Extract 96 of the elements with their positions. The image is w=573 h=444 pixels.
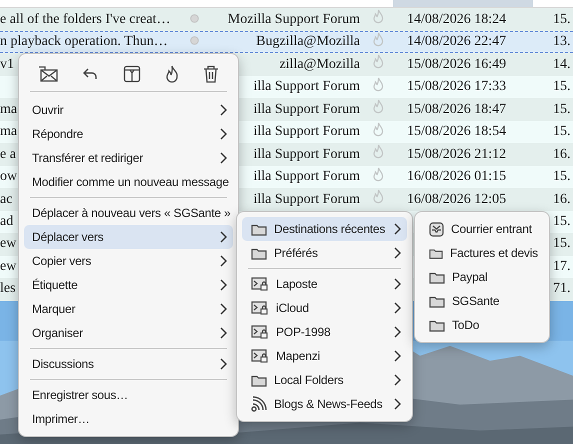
- menu-item[interactable]: Factures et devis: [420, 241, 544, 265]
- menu-item[interactable]: Préférés: [242, 241, 407, 265]
- menu-item[interactable]: Répondre: [24, 122, 233, 146]
- size-cell-text: 15.: [552, 102, 570, 118]
- menu-item[interactable]: Copier vers: [24, 249, 233, 273]
- subject-cell: ma: [0, 102, 18, 118]
- size-cell-text: 15.: [552, 214, 570, 230]
- folder-icon: [251, 246, 267, 260]
- flame-icon: [373, 54, 384, 70]
- subject-cell: ew: [0, 236, 16, 252]
- size-cell-text: 15.: [552, 12, 570, 28]
- envelope-icon[interactable]: [38, 66, 58, 82]
- folder-icon: [429, 294, 445, 308]
- date-cell-text: 15/08/2026 18:54: [406, 124, 506, 140]
- size-cell-text: 15.: [552, 79, 570, 95]
- size-cell-text: 15.: [552, 236, 570, 252]
- menu-item[interactable]: ToDo: [420, 313, 544, 337]
- sender-cell-text: illa Support Forum: [253, 169, 361, 185]
- message-row[interactable]: n playback operation. Thun… Bugzilla@Mozilla 14/08/2026 22:47 13.: [0, 30, 573, 53]
- date-cell-text: 15/08/2026 21:12: [406, 146, 506, 162]
- menu-item[interactable]: Courrier entrant: [420, 217, 544, 241]
- date-cell-text: 14/08/2026 18:24: [406, 12, 506, 28]
- sender-cell-text: Mozilla Support Forum: [228, 12, 361, 28]
- flame-icon: [373, 76, 384, 92]
- size-cell-text: 16.: [552, 192, 570, 208]
- trash-icon[interactable]: [203, 65, 219, 83]
- menu-item[interactable]: Destinations récentes: [242, 217, 407, 241]
- date-cell-text: 15/08/2026 17:33: [406, 79, 506, 95]
- flame-icon: [373, 189, 384, 205]
- flame-icon: [373, 166, 384, 182]
- subject-cell: ac: [0, 192, 12, 208]
- subject-cell: les: [0, 281, 16, 298]
- account-lock-icon: [251, 277, 269, 291]
- archive-icon[interactable]: [122, 65, 140, 83]
- sender-cell-text: illa Support Forum: [253, 146, 361, 162]
- menu-item[interactable]: Mapenzi: [242, 344, 407, 368]
- size-cell-text: 16.: [552, 146, 570, 162]
- size-cell-text: 14.: [552, 56, 570, 72]
- flame-icon: [373, 122, 384, 138]
- subject-cell: e a: [0, 146, 16, 162]
- folder-icon: [429, 246, 444, 260]
- feed-icon: [251, 396, 267, 412]
- menu-item[interactable]: Discussions: [24, 352, 233, 376]
- menu-item[interactable]: SGSante: [420, 289, 544, 313]
- status-dot-icon: [190, 14, 199, 22]
- menu-item[interactable]: POP-1998: [242, 320, 407, 344]
- account-lock-icon: [251, 325, 269, 339]
- message-row[interactable]: e all of the folders I've creat… Mozilla Support Forum 14/08/2026 18:24 15.: [0, 8, 573, 30]
- size-cell-text: 17.: [552, 258, 570, 275]
- size-cell-text: 71.: [552, 281, 570, 298]
- date-cell-text: 16/08/2026 01:15: [406, 169, 506, 185]
- sender-cell-text: illa Support Forum: [253, 124, 361, 140]
- date-cell-text: 14/08/2026 22:47: [406, 34, 506, 50]
- folder-icon: [429, 270, 445, 284]
- menu-item[interactable]: Étiquette: [24, 273, 233, 297]
- sender-cell-text: illa Support Forum: [253, 79, 361, 95]
- size-cell-text: 13.: [552, 34, 570, 50]
- menu-item[interactable]: Paypal: [420, 265, 544, 289]
- flame-icon: [373, 32, 384, 48]
- subject-cell: ad: [0, 214, 14, 230]
- flame-icon: [373, 99, 384, 115]
- sender-cell-text: illa Support Forum: [253, 102, 361, 118]
- subject-cell: ma: [0, 124, 18, 140]
- reply-icon[interactable]: [82, 67, 98, 81]
- inbox-icon: [429, 222, 444, 236]
- date-cell-text: 15/08/2026 18:47: [406, 102, 506, 118]
- subject-cell: n playback operation. Thun…: [0, 34, 168, 50]
- menu-item[interactable]: Local Folders: [242, 368, 407, 392]
- size-cell-text: 15.: [552, 124, 570, 140]
- subject-cell: ow: [0, 169, 18, 185]
- date-cell-text: 15/08/2026 16:49: [406, 56, 506, 72]
- account-lock-icon: [251, 301, 269, 315]
- sender-cell-text: zilla@Mozilla: [279, 56, 361, 72]
- folder-icon: [251, 374, 267, 386]
- sender-cell-text: illa Support Forum: [253, 192, 361, 208]
- status-dot-icon: [190, 36, 199, 45]
- menu-item[interactable]: Imprimer…: [24, 407, 233, 431]
- account-lock-icon: [251, 349, 269, 363]
- flame-icon[interactable]: [164, 65, 179, 83]
- menu-item[interactable]: Organiser: [24, 321, 233, 345]
- menu-item[interactable]: Ouvrir: [24, 98, 233, 122]
- size-cell-text: 15.: [552, 169, 570, 185]
- sender-cell-text: Bugzilla@Mozilla: [256, 34, 361, 50]
- subject-cell: v1: [0, 56, 14, 72]
- subject-cell: e all of the folders I've creat…: [0, 12, 170, 28]
- menu-item[interactable]: Blogs & News-Feeds: [242, 392, 407, 416]
- menu-item[interactable]: iCloud: [242, 296, 407, 320]
- flame-icon: [373, 144, 384, 160]
- folder-icon: [251, 222, 267, 236]
- subject-cell: ew: [0, 258, 16, 275]
- menu-item[interactable]: Marquer: [24, 297, 233, 321]
- flame-icon: [373, 9, 384, 25]
- menu-item[interactable]: Enregistrer sous…: [24, 383, 233, 407]
- menu-item[interactable]: Déplacer vers: [24, 225, 233, 249]
- menu-item[interactable]: Laposte: [242, 272, 407, 296]
- date-cell-text: 16/08/2026 12:05: [406, 192, 506, 208]
